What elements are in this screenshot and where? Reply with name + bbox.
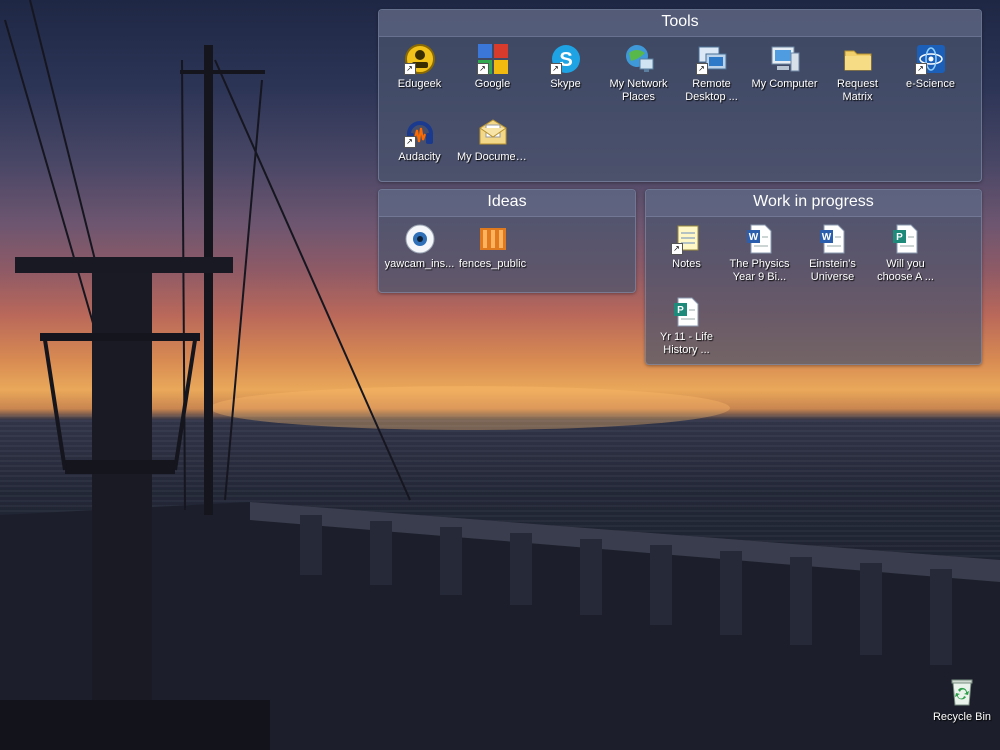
audacity-icon: ↗: [403, 116, 436, 148]
desktop-icon-my-documents[interactable]: My Documents: [456, 114, 529, 187]
svg-text:P: P: [677, 305, 684, 316]
yawcam-icon: [404, 223, 436, 255]
publisher-document-icon: P: [890, 223, 922, 255]
svg-text:W: W: [748, 232, 758, 243]
icon-label: Notes: [672, 258, 701, 270]
svg-text:W: W: [821, 232, 831, 243]
icon-label: e-Science: [906, 78, 955, 90]
icon-label: Audacity: [398, 151, 441, 163]
word-document-icon: W: [744, 223, 776, 255]
desktop-icon-yr-11-life-history[interactable]: P Yr 11 - Life History ...: [650, 294, 723, 367]
desktop-icon-audacity[interactable]: ↗ Audacity: [383, 114, 456, 187]
edugeek-icon: ↗: [403, 43, 436, 75]
desktop-icon-remote-desktop[interactable]: ↗ Remote Desktop ...: [675, 41, 748, 114]
fences-icon: [477, 223, 509, 255]
desktop-icon-e-science[interactable]: ↗ e-Science: [894, 41, 967, 114]
e-science-icon: ↗: [914, 43, 947, 75]
word-document-icon: W: [817, 223, 849, 255]
icon-label: Will you choose A ...: [877, 258, 934, 283]
icon-label: Remote Desktop ...: [685, 78, 738, 103]
remote-desktop-icon: ↗: [695, 43, 728, 75]
fence-ideas-title: Ideas: [379, 190, 635, 217]
icon-label: Recycle Bin: [932, 711, 992, 723]
wallpaper-sea: [0, 415, 1000, 750]
desktop-icon-einsteins-universe[interactable]: W Einstein's Universe: [796, 221, 869, 294]
icon-label: Request Matrix: [837, 78, 878, 103]
desktop-icon-physics-year-9[interactable]: W The Physics Year 9 Bi...: [723, 221, 796, 294]
my-computer-icon: [769, 43, 801, 75]
fence-ideas[interactable]: Ideas yawcam_ins... fences_public: [378, 189, 636, 293]
desktop-icon-notes[interactable]: ↗ Notes: [650, 221, 723, 294]
desktop-icon-request-matrix[interactable]: Request Matrix: [821, 41, 894, 114]
desktop-icon-network-places[interactable]: My Network Places: [602, 41, 675, 114]
my-documents-icon: [477, 116, 509, 148]
network-places-icon: [623, 43, 655, 75]
fence-tools[interactable]: Tools ↗ Edugeek ↗ Google S ↗ Skype My Ne…: [378, 9, 982, 182]
icon-label: fences_public: [458, 258, 527, 270]
svg-text:P: P: [896, 232, 903, 243]
icon-label: My Network Places: [609, 78, 668, 103]
desktop-icon-google[interactable]: ↗ Google: [456, 41, 529, 114]
icon-label: The Physics Year 9 Bi...: [729, 258, 790, 283]
icon-label: Skype: [550, 78, 581, 90]
desktop-icon-fences-public[interactable]: fences_public: [456, 221, 529, 294]
icon-label: Google: [474, 78, 511, 90]
desktop-icon-recycle-bin[interactable]: Recycle Bin: [926, 674, 998, 747]
icon-label: Edugeek: [397, 78, 442, 90]
recycle-bin-icon: [946, 676, 978, 708]
desktop-icon-my-computer[interactable]: My Computer: [748, 41, 821, 114]
desktop-icon-will-you-choose[interactable]: P Will you choose A ...: [869, 221, 942, 294]
desktop-icon-skype[interactable]: S ↗ Skype: [529, 41, 602, 114]
icon-label: Yr 11 - Life History ...: [660, 331, 713, 356]
icon-label: Einstein's Universe: [809, 258, 856, 283]
notes-icon: ↗: [670, 223, 703, 255]
fence-work-in-progress[interactable]: Work in progress ↗ Notes W The Physics Y…: [645, 189, 982, 365]
icon-label: yawcam_ins...: [384, 258, 455, 270]
google-icon: ↗: [476, 43, 509, 75]
icon-label: My Computer: [751, 78, 818, 90]
fence-tools-title: Tools: [379, 10, 981, 37]
fence-wip-title: Work in progress: [646, 190, 981, 217]
folder-icon: [842, 43, 874, 75]
publisher-document-icon: P: [671, 296, 703, 328]
icon-label: My Documents: [457, 151, 529, 163]
desktop-icon-edugeek[interactable]: ↗ Edugeek: [383, 41, 456, 114]
skype-icon: S ↗: [549, 43, 582, 75]
desktop-icon-yawcam[interactable]: yawcam_ins...: [383, 221, 456, 294]
